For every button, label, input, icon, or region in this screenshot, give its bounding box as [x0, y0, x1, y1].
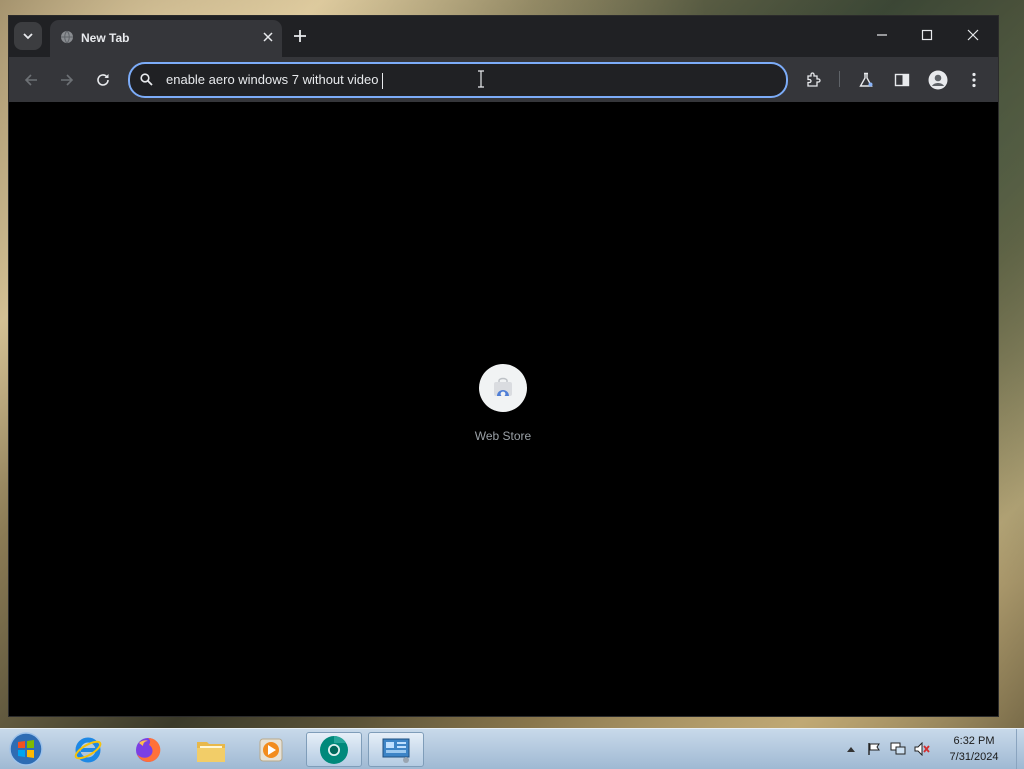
- volume-muted-icon: [914, 742, 930, 756]
- chevron-up-icon: [847, 747, 855, 752]
- text-cursor-icon: [478, 70, 484, 88]
- toolbar: enable aero windows 7 without video: [9, 57, 998, 102]
- side-panel-icon: [894, 73, 910, 87]
- shortcut-web-store[interactable]: Web Store: [463, 364, 543, 443]
- minimize-button[interactable]: [862, 22, 902, 48]
- show-hidden-icons-button[interactable]: [843, 741, 859, 757]
- shortcut-label: Web Store: [474, 429, 532, 443]
- new-tab-button[interactable]: [289, 25, 311, 47]
- chrome-beta-icon: [320, 735, 348, 764]
- more-menu-icon: [972, 72, 976, 88]
- control-panel-icon: [382, 738, 410, 763]
- title-bar: New Tab: [9, 16, 998, 57]
- back-arrow-icon: [24, 74, 37, 86]
- maximize-button[interactable]: [907, 22, 947, 48]
- browser-window: New Tab enable aero windows 7 without vi…: [8, 15, 999, 717]
- web-store-icon: [494, 377, 512, 397]
- globe-icon: [61, 30, 73, 44]
- taskbar-firefox[interactable]: [120, 732, 176, 767]
- taskbar-internet-explorer[interactable]: [60, 732, 116, 767]
- start-button[interactable]: [6, 731, 46, 767]
- maximize-icon: [921, 29, 933, 41]
- profile-button[interactable]: [924, 66, 952, 94]
- extensions-button[interactable]: [799, 66, 827, 94]
- toolbar-separator: [839, 71, 840, 87]
- address-bar-input[interactable]: enable aero windows 7 without video: [166, 64, 384, 96]
- minimize-icon: [877, 34, 887, 36]
- tab-new-tab[interactable]: New Tab: [50, 20, 282, 57]
- forward-arrow-icon: [61, 74, 74, 86]
- system-clock[interactable]: 6:32 PM 7/31/2024: [938, 733, 1010, 765]
- more-menu-button[interactable]: [960, 66, 988, 94]
- text-caret: [382, 72, 384, 89]
- clock-date: 7/31/2024: [949, 751, 999, 763]
- reload-button[interactable]: [89, 66, 117, 94]
- extensions-icon: [807, 72, 821, 87]
- clock-time: 6:32 PM: [953, 735, 995, 747]
- taskbar-media-player[interactable]: [243, 732, 299, 767]
- media-player-icon: [259, 738, 283, 761]
- labs-button[interactable]: [852, 66, 880, 94]
- back-button[interactable]: [17, 66, 45, 94]
- taskbar-control-panel[interactable]: [368, 732, 424, 767]
- close-icon: [967, 29, 979, 41]
- network-icon: [890, 742, 906, 755]
- plus-icon: [294, 30, 306, 42]
- close-tab-button[interactable]: [258, 27, 278, 47]
- forward-button[interactable]: [53, 66, 81, 94]
- tab-title: New Tab: [81, 31, 130, 45]
- firefox-icon: [136, 737, 161, 762]
- volume-button[interactable]: [914, 741, 930, 757]
- labs-flask-icon: [859, 72, 873, 87]
- side-panel-button[interactable]: [888, 66, 916, 94]
- close-window-button[interactable]: [953, 22, 993, 48]
- address-bar[interactable]: enable aero windows 7 without video: [128, 62, 788, 98]
- taskbar-file-explorer[interactable]: [183, 732, 239, 767]
- profile-avatar-icon: [928, 70, 948, 90]
- network-button[interactable]: [890, 741, 906, 757]
- search-icon: [140, 73, 153, 86]
- reload-icon: [97, 74, 109, 86]
- show-desktop-button[interactable]: [1016, 729, 1024, 769]
- flag-icon: [868, 743, 880, 755]
- chevron-down-icon: [23, 33, 33, 40]
- shortcut-tile: [479, 364, 527, 412]
- taskbar-chrome-beta[interactable]: [306, 732, 362, 767]
- file-explorer-icon: [197, 741, 225, 762]
- new-tab-page: Web Store: [9, 102, 998, 716]
- close-icon: [263, 32, 273, 42]
- action-center-button[interactable]: [866, 741, 882, 757]
- taskbar: 6:32 PM 7/31/2024: [0, 728, 1024, 769]
- start-orb-icon: [9, 732, 43, 766]
- internet-explorer-icon: [74, 737, 102, 762]
- tab-search-button[interactable]: [14, 22, 42, 50]
